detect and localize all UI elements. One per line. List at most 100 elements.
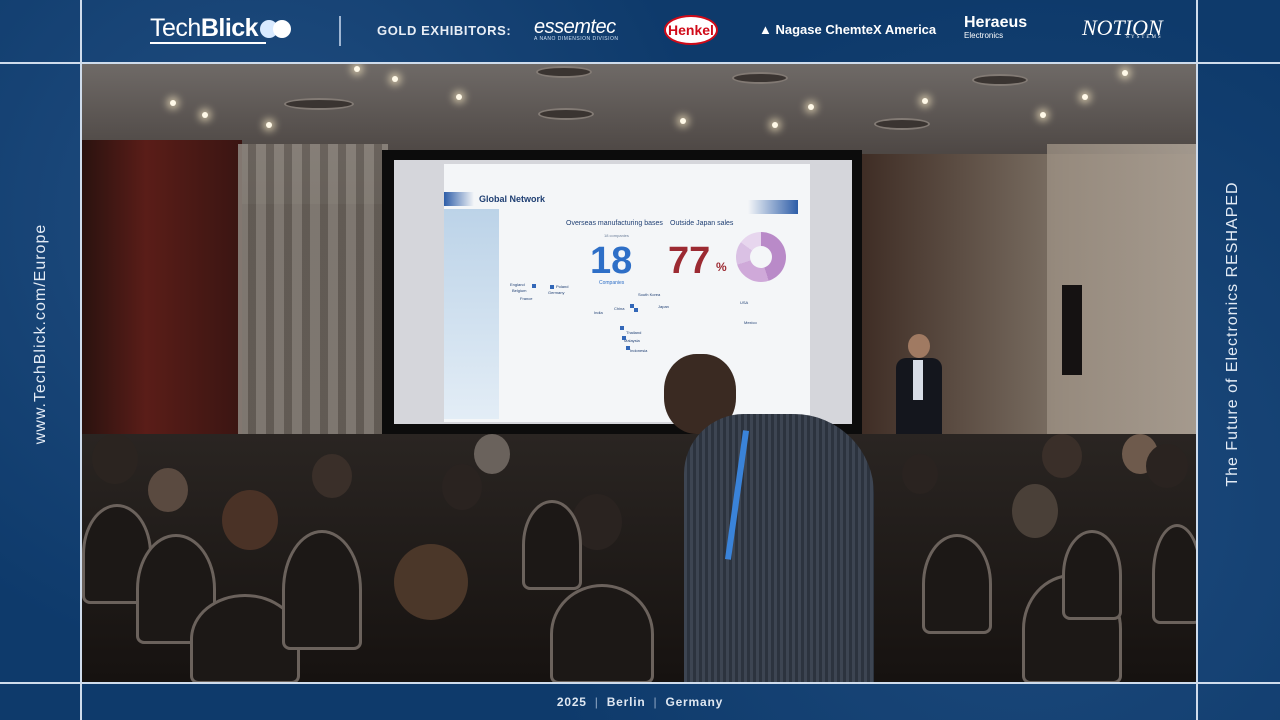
nagase-triangle-icon: ▲ — [759, 22, 772, 37]
slide-corner-accent — [748, 200, 798, 214]
header-divider — [339, 16, 341, 46]
audience-head — [442, 464, 482, 510]
header-bar: TechBlick GOLD EXHIBITORS: essemtec A NA… — [82, 0, 1196, 62]
sponsor-essemtec-name: essemtec — [534, 16, 616, 38]
slide-map-marker — [622, 336, 626, 340]
slide-place-thailand: Thailand — [626, 330, 642, 335]
slide-place-malaysia: Malaysia — [624, 338, 640, 343]
sponsor-nagase-name: Nagase ChemteX America — [775, 22, 937, 37]
sponsor-henkel-logo[interactable]: Henkel — [664, 15, 718, 45]
sponsor-notion-logo[interactable]: NOTION SYSTEMS — [1082, 15, 1163, 40]
slide-bases-sub: 18 companies — [604, 233, 629, 238]
audience-chair — [550, 584, 654, 682]
slide-map-marker — [620, 326, 624, 330]
ceiling-light — [922, 98, 928, 104]
audience-chair — [922, 534, 992, 634]
ceiling-light — [392, 76, 398, 82]
techblick-logo[interactable]: TechBlick — [150, 14, 292, 43]
slide-place-indonesia: Indonesia — [630, 348, 648, 353]
slide-map-marker — [550, 285, 554, 289]
slide-place-belgium: Belgium — [512, 288, 527, 293]
sponsor-henkel-name: Henkel — [668, 22, 714, 38]
audience-head — [312, 454, 352, 498]
slide-place-germany: Germany — [548, 290, 565, 295]
audience-head — [474, 434, 510, 474]
slide-sales-unit: % — [716, 260, 727, 274]
footer-bar: 2025 | Berlin | Germany — [0, 684, 1280, 720]
sponsor-nagase-logo[interactable]: ▲ Nagase ChemteX America — [759, 22, 936, 37]
slide-bases-label: Overseas manufacturing bases — [566, 220, 663, 227]
ceiling-light — [266, 122, 272, 128]
logo-circles-icon — [260, 20, 292, 38]
slide-place-mexico: Mexico — [744, 320, 757, 325]
sponsor-heraeus-sub: Electronics — [964, 31, 1004, 40]
slide-sales-value: 77 — [668, 240, 711, 282]
ceiling-light — [680, 118, 686, 124]
audience-head — [1042, 434, 1082, 478]
audience-chair — [1152, 524, 1196, 624]
logo-underline — [150, 42, 266, 44]
ceiling-fixture — [536, 66, 592, 78]
audience-chair — [282, 530, 362, 650]
slide-place-japan: Japan — [658, 304, 669, 309]
ceiling-light — [354, 66, 360, 72]
footer-year: 2025 — [556, 695, 587, 709]
slide-sky-image — [444, 209, 499, 419]
slide-place-usa: USA — [740, 300, 749, 305]
ceiling-light — [1122, 70, 1128, 76]
slide-map-marker — [532, 284, 536, 288]
walking-attendee — [654, 354, 874, 682]
audience-head — [92, 434, 138, 484]
conference-video-frame[interactable]: Global Network Overseas manufacturing ba… — [82, 64, 1196, 682]
slide-place-china: China — [614, 306, 625, 311]
slide-place-india: India — [594, 310, 603, 315]
ceiling-fixture — [732, 72, 788, 84]
sponsor-essemtec-tagline: A NANO DIMENSION DIVISION — [534, 36, 619, 42]
audience-head — [902, 454, 938, 494]
logo-text-light: Tech — [150, 14, 201, 42]
footer-separator: | — [594, 695, 599, 709]
footer-country: Germany — [665, 695, 724, 709]
ceiling-light — [1082, 94, 1088, 100]
sponsor-heraeus-logo[interactable]: Heraeus Electronics — [964, 14, 1027, 40]
ceiling-light — [170, 100, 176, 106]
slide-title: Global Network — [479, 194, 546, 204]
slide-place-south-korea: South Korea — [638, 292, 661, 297]
audience-head — [222, 490, 278, 550]
slide-place-poland: Poland — [556, 284, 569, 289]
ceiling-fixture — [284, 98, 354, 110]
ceiling-light — [1040, 112, 1046, 118]
gold-exhibitors-label: GOLD EXHIBITORS: — [377, 23, 512, 38]
ceiling-fixture — [874, 118, 930, 130]
slide-place-england: England — [510, 282, 525, 287]
ceiling-fixture — [538, 108, 594, 120]
side-tagline-text: The Future of Electronics RESHAPED — [1224, 181, 1241, 487]
ceiling-light — [456, 94, 462, 100]
slide-bases-value: 18 — [590, 240, 633, 282]
logo-text-bold: Blick — [200, 14, 259, 42]
slide-header-accent — [444, 192, 474, 206]
speaker-box — [1062, 285, 1082, 375]
slide-bases-unit: Companies — [599, 280, 625, 286]
footer-separator: | — [653, 695, 658, 709]
ceiling-light — [202, 112, 208, 118]
slide-sales-donut-chart — [736, 232, 786, 282]
audience-chair — [1062, 530, 1122, 620]
audience-head — [1012, 484, 1058, 538]
side-url-text: www.TechBlick.com/Europe — [32, 223, 49, 445]
sponsor-heraeus-name: Heraeus — [964, 14, 1028, 31]
slide-sales-label: Outside Japan sales — [670, 220, 734, 227]
slide-map-marker — [626, 346, 630, 350]
footer-city: Berlin — [606, 695, 646, 709]
audience-area — [82, 434, 1196, 682]
audience-head — [394, 544, 468, 620]
ceiling-fixture — [972, 74, 1028, 86]
audience-head — [1146, 444, 1188, 488]
sponsor-essemtec-logo[interactable]: essemtec A NANO DIMENSION DIVISION — [534, 16, 618, 42]
ceiling-light — [772, 122, 778, 128]
slide-place-france: France — [520, 296, 533, 301]
ceiling-light — [808, 104, 814, 110]
slide-map-marker — [634, 308, 638, 312]
audience-chair — [522, 500, 582, 590]
audience-head — [148, 468, 188, 512]
